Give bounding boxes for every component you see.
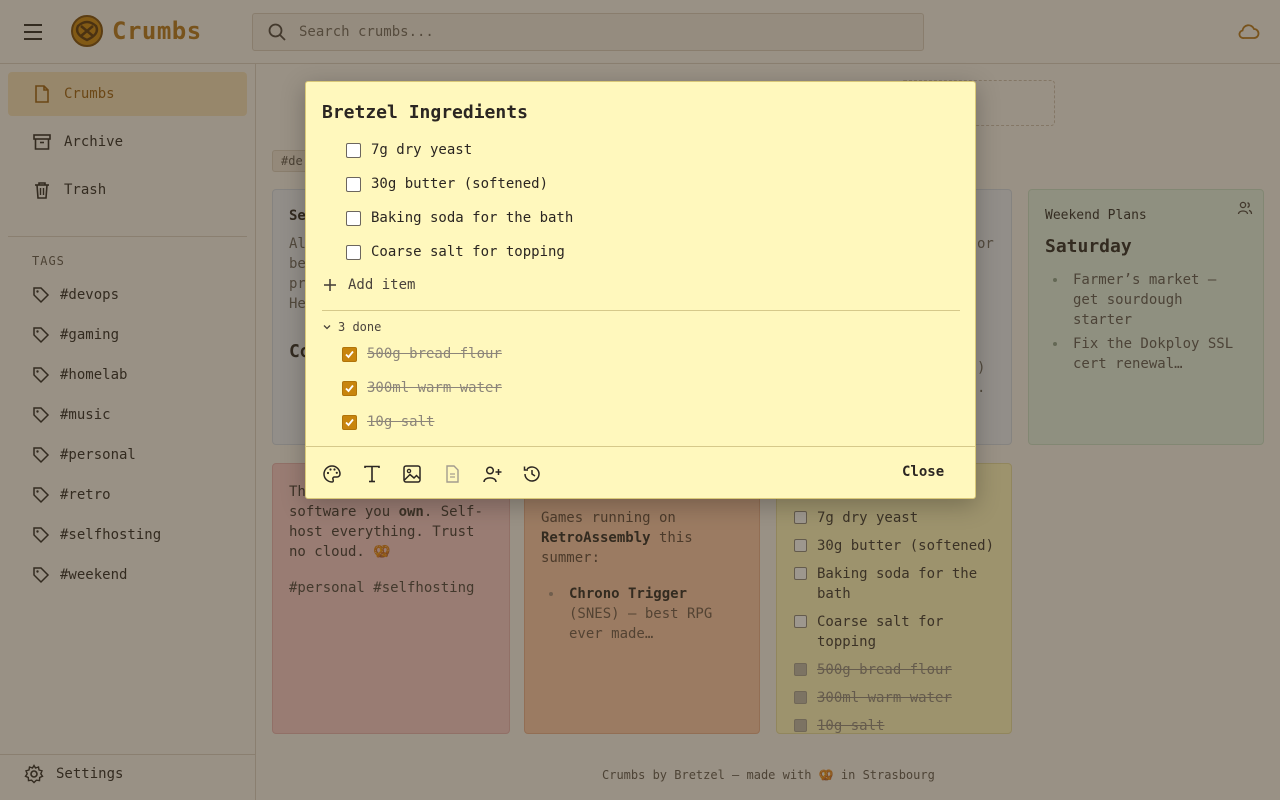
checkbox-checked[interactable] [342, 346, 357, 362]
checkbox[interactable] [346, 244, 361, 260]
checkbox[interactable] [346, 176, 361, 192]
image-icon[interactable] [402, 464, 422, 484]
checklist-item-label[interactable]: 10g salt [367, 414, 434, 430]
plus-icon [324, 279, 336, 291]
checklist-item[interactable]: Coarse salt for topping [346, 244, 565, 260]
checkbox[interactable] [346, 142, 361, 158]
checklist-item-label[interactable]: 7g dry yeast [371, 142, 472, 158]
text-format-icon[interactable] [362, 464, 382, 484]
checklist-item[interactable]: 30g butter (softened) [346, 176, 548, 192]
divider [306, 446, 975, 447]
note-title[interactable]: Bretzel Ingredients [322, 102, 528, 123]
checklist-item[interactable]: 7g dry yeast [346, 142, 472, 158]
history-icon[interactable] [522, 464, 542, 484]
checklist-item-done[interactable]: 500g bread flour [342, 346, 502, 362]
checklist-item-done[interactable]: 10g salt [342, 414, 434, 430]
checklist-item-label[interactable]: 30g butter (softened) [371, 176, 548, 192]
close-button[interactable]: Close [902, 464, 944, 480]
checklist-item-label[interactable]: Baking soda for the bath [371, 210, 573, 226]
note-toolbar [322, 464, 562, 484]
divider [322, 310, 960, 311]
done-items-toggle[interactable]: 3 done [322, 320, 381, 334]
checkbox-checked[interactable] [342, 414, 357, 430]
chevron-down-icon [322, 322, 332, 332]
checklist-item-label[interactable]: Coarse salt for topping [371, 244, 565, 260]
checklist-item-label[interactable]: 300ml warm water [367, 380, 502, 396]
checkbox-checked[interactable] [342, 380, 357, 396]
add-item-button[interactable]: Add item [324, 277, 415, 293]
palette-icon[interactable] [322, 464, 342, 484]
add-item-label: Add item [348, 277, 416, 293]
checklist-item-label[interactable]: 500g bread flour [367, 346, 502, 362]
checklist-item-done[interactable]: 300ml warm water [342, 380, 502, 396]
add-collaborator-icon[interactable] [482, 464, 502, 484]
done-count-label: 3 done [338, 320, 382, 334]
document-icon[interactable] [442, 464, 462, 484]
checklist-item[interactable]: Baking soda for the bath [346, 210, 573, 226]
note-editor-modal: Bretzel Ingredients 7g dry yeast 30g but… [305, 81, 976, 499]
checkbox[interactable] [346, 210, 361, 226]
